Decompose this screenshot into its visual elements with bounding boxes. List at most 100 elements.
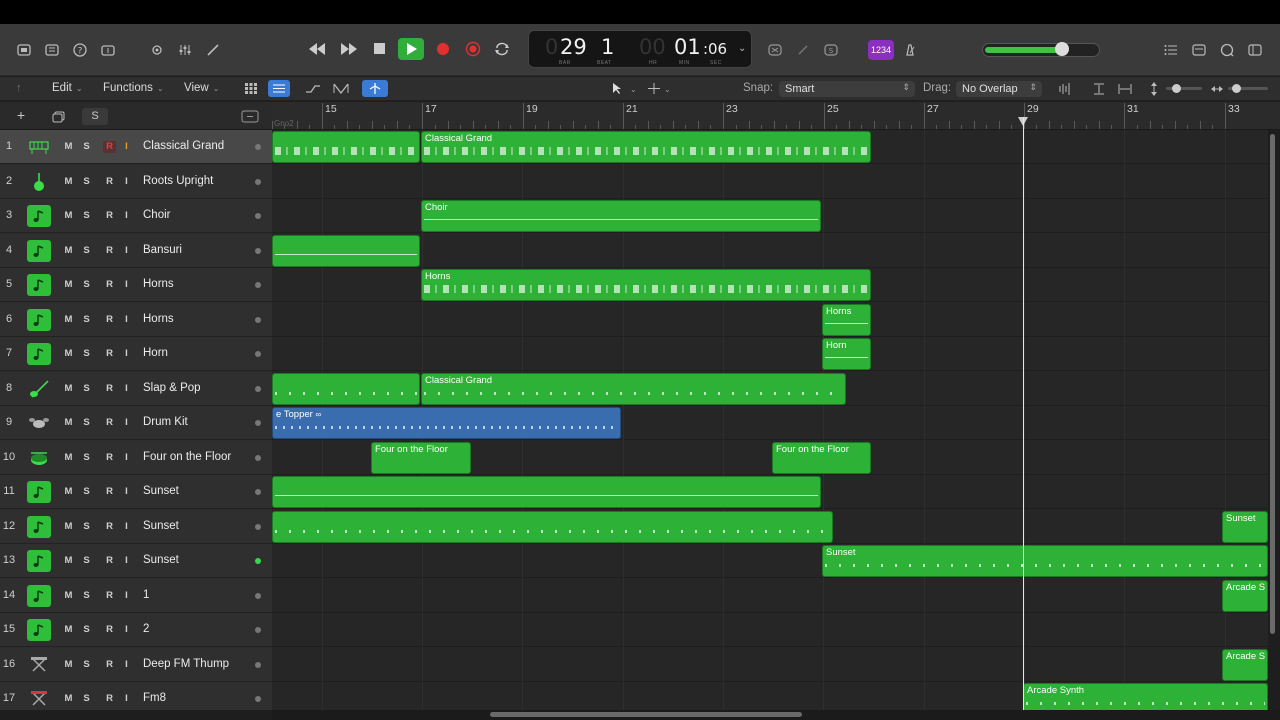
vertical-fit-icon[interactable] — [1090, 81, 1108, 97]
record-enable-button[interactable]: R — [103, 210, 116, 222]
region-four-on-the-floor-b[interactable]: Four on the Floor — [772, 442, 871, 474]
record-enable-button[interactable]: R — [103, 693, 116, 705]
playhead[interactable] — [1023, 117, 1024, 710]
track-header-row[interactable]: 3 M S R I Choir — [0, 199, 272, 233]
input-monitor-button[interactable]: I — [120, 417, 133, 429]
record-enable-button[interactable]: R — [103, 245, 116, 257]
mute-button[interactable]: M — [62, 176, 75, 188]
music-note-icon[interactable] — [27, 550, 51, 572]
bass-guitar-icon[interactable] — [27, 378, 51, 400]
input-monitor-button[interactable]: I — [120, 176, 133, 188]
upright-bass-icon[interactable] — [27, 171, 51, 193]
stop-button[interactable] — [367, 38, 393, 60]
solo-button[interactable]: S — [80, 279, 93, 291]
solo-button[interactable]: S — [80, 521, 93, 533]
track-name[interactable]: Fm8 — [143, 692, 166, 704]
timeline-ruler[interactable]: Gno2 15 17 19 21 23 25 27 29 31 33 — [272, 102, 1280, 130]
music-note-icon[interactable] — [27, 205, 51, 227]
solo-button[interactable]: S — [80, 383, 93, 395]
input-monitor-button[interactable]: I — [120, 348, 133, 360]
master-volume-slider[interactable] — [982, 42, 1100, 57]
drum-kit-icon[interactable] — [27, 412, 51, 434]
synth-red-icon[interactable] — [27, 688, 51, 710]
play-button[interactable] — [398, 38, 424, 60]
mute-button[interactable]: M — [62, 590, 75, 602]
mixer-icon[interactable] — [174, 40, 196, 60]
inspector-icon[interactable] — [41, 40, 63, 60]
region-arcade-synth[interactable]: Arcade Synth — [1023, 683, 1268, 710]
track-name[interactable]: Sunset — [143, 520, 179, 532]
record-enable-button[interactable]: R — [103, 176, 116, 188]
track-name[interactable]: 1 — [143, 589, 149, 601]
piano-icon[interactable] — [27, 136, 51, 158]
track-header-row[interactable]: 5 M S R I Horns — [0, 268, 272, 302]
input-monitor-button[interactable]: I — [120, 383, 133, 395]
track-name[interactable]: Horns — [143, 313, 174, 325]
track-header-options-icon[interactable] — [240, 109, 260, 124]
input-monitor-button[interactable]: I — [120, 452, 133, 464]
solo-button[interactable]: S — [80, 141, 93, 153]
region-sunset-12b[interactable]: Sunset — [1222, 511, 1268, 543]
mute-button[interactable]: M — [62, 279, 75, 291]
vertical-zoom-knob[interactable] — [1172, 84, 1181, 93]
music-note-icon[interactable] — [27, 515, 51, 538]
region-horns-short[interactable]: Horns — [822, 304, 871, 336]
track-header-row[interactable]: 2 M S R I Roots Upright — [0, 164, 272, 199]
region-arcade-14[interactable]: Arcade S — [1222, 580, 1268, 612]
solo-button[interactable]: S — [80, 417, 93, 429]
region-sunset-11[interactable] — [272, 476, 821, 508]
music-note-icon[interactable] — [27, 584, 51, 607]
input-monitor-button[interactable]: I — [120, 590, 133, 602]
region-classical-grand-track8[interactable]: Classical Grand — [421, 373, 846, 405]
record-enable-button[interactable]: R — [103, 521, 116, 533]
track-name[interactable]: Sunset — [143, 485, 179, 497]
record-enable-button[interactable]: R — [103, 383, 116, 395]
region-four-on-the-floor-a[interactable]: Four on the Floor — [371, 442, 471, 474]
track-name[interactable]: Sunset — [143, 554, 179, 566]
region-classical-grand[interactable]: Classical Grand — [421, 131, 871, 163]
horizontal-zoom-knob[interactable] — [1232, 84, 1241, 93]
music-note-icon[interactable] — [27, 343, 51, 365]
track-name[interactable]: Horn — [143, 347, 168, 359]
horizontal-zoom-slider[interactable] — [1228, 84, 1268, 93]
track-header-row[interactable]: 14 M S R I 1 — [0, 578, 272, 613]
solo-button[interactable]: S — [80, 486, 93, 498]
input-monitor-button[interactable]: I — [120, 486, 133, 498]
record-enable-button[interactable]: R — [103, 590, 116, 602]
toolbar-icon[interactable] — [97, 40, 119, 60]
mute-button[interactable]: M — [62, 417, 75, 429]
solo-button[interactable]: S — [80, 210, 93, 222]
catch-playhead-icon[interactable] — [362, 80, 388, 97]
track-header-row[interactable]: 9 M S R I Drum Kit — [0, 406, 272, 440]
input-monitor-button[interactable]: I — [120, 659, 133, 671]
back-arrow-icon[interactable]: ↑ — [16, 82, 22, 94]
library-icon[interactable] — [13, 40, 35, 60]
music-note-icon[interactable] — [27, 308, 51, 331]
flex-icon[interactable] — [330, 80, 352, 97]
cycle-button[interactable] — [489, 38, 515, 60]
drag-select[interactable]: No Overlap ⇕ — [956, 81, 1042, 97]
fast-forward-button[interactable] — [336, 38, 362, 60]
list-editors-icon[interactable] — [1160, 40, 1182, 60]
region-arcade-16[interactable]: Arcade S — [1222, 649, 1268, 681]
solo-button[interactable]: S — [80, 555, 93, 567]
music-note-icon[interactable] — [27, 619, 51, 641]
duplicate-track-icon[interactable] — [48, 108, 70, 125]
solo-button[interactable]: S — [80, 452, 93, 464]
region-horns[interactable]: Horns — [421, 269, 871, 301]
record-enable-button[interactable]: R — [103, 348, 116, 360]
music-note-icon[interactable] — [27, 274, 51, 296]
track-header-row[interactable]: 1 M S R I Classical Grand — [0, 130, 272, 164]
mute-button[interactable]: M — [62, 693, 75, 705]
horizontal-scrollbar[interactable] — [490, 712, 802, 717]
smart-controls-icon[interactable] — [146, 40, 168, 60]
edit-menu[interactable]: Edit ⌄ — [52, 82, 83, 94]
music-note-icon[interactable] — [27, 481, 51, 503]
count-in-button[interactable]: 1234 — [868, 40, 894, 60]
tuner-icon[interactable] — [792, 40, 814, 60]
track-name[interactable]: 2 — [143, 623, 149, 635]
region-drum-topper[interactable]: e Topper ∞ — [272, 407, 621, 439]
record-enable-button[interactable]: R — [103, 417, 116, 429]
vertical-scrollbar[interactable] — [1270, 134, 1275, 634]
track-name[interactable]: Classical Grand — [143, 140, 224, 152]
